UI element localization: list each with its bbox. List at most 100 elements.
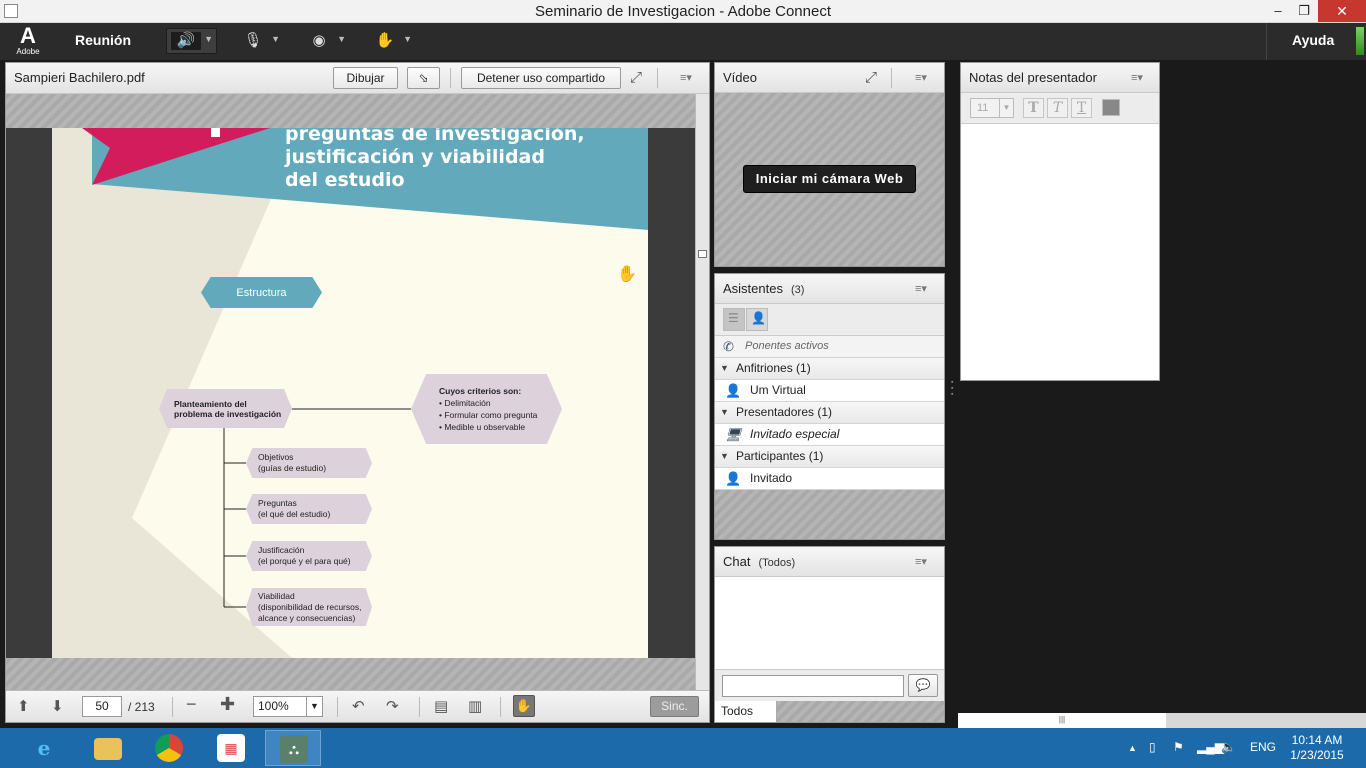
- attendees-toolbar: ☰ 👤: [715, 304, 944, 336]
- attendees-title-text: Asistentes: [723, 281, 783, 296]
- language-indicator[interactable]: ENG: [1250, 740, 1276, 754]
- text-color-button[interactable]: [1102, 99, 1120, 116]
- pod-menu-icon[interactable]: ≡▾: [680, 71, 698, 85]
- start-webcam-button[interactable]: Iniciar mi cámara Web: [743, 165, 916, 193]
- folder-icon: [94, 738, 122, 760]
- scrollbar-grip[interactable]: [698, 250, 707, 258]
- microphone-button[interactable]: 🎙 ▼: [233, 28, 284, 54]
- zoom-select[interactable]: 100% ▼: [253, 696, 323, 717]
- layout-handle[interactable]: |||: [958, 713, 1166, 728]
- pointer-button[interactable]: ⬂: [407, 67, 440, 89]
- objetivos-node: Objetivos (guías de estudio): [246, 448, 372, 478]
- group-participants[interactable]: ▼ Participantes (1): [715, 446, 944, 468]
- pod-menu-icon[interactable]: ≡▾: [915, 71, 933, 85]
- bold-button[interactable]: T: [1023, 98, 1044, 118]
- raise-hand-button[interactable]: ✋ ▼: [365, 28, 416, 54]
- document-viewer[interactable]: preguntas de investigación, justificació…: [6, 94, 709, 690]
- participant-icon: 👤: [725, 471, 742, 486]
- network-icon[interactable]: ▂▄▆: [1197, 740, 1224, 754]
- two-page-icon[interactable]: ▥: [468, 697, 482, 715]
- rotate-right-icon[interactable]: ↷: [386, 697, 399, 715]
- menu-divider: [1266, 23, 1267, 60]
- page-number-input[interactable]: 50: [82, 696, 122, 717]
- chrome-icon: [155, 734, 183, 762]
- zoom-in-icon[interactable]: ✚: [220, 694, 235, 715]
- video-pod-header: Vídeo ⤢ ≡▾: [715, 63, 944, 93]
- chat-tabs: Todos: [715, 701, 944, 722]
- taskbar-ie[interactable]: e: [16, 730, 72, 766]
- sync-button[interactable]: Sinc.: [650, 696, 699, 717]
- node-line: Justificación: [258, 545, 305, 555]
- pod-resize-grip[interactable]: ▪ ▪ ▪: [951, 379, 957, 404]
- hand-tool-button[interactable]: ✋: [513, 695, 535, 717]
- apps-grid-icon: ▦: [217, 734, 245, 762]
- attendee-row[interactable]: 👤 Invitado: [715, 468, 944, 490]
- document-scrollbar[interactable]: [695, 94, 709, 690]
- phone-icon: ✆: [723, 339, 734, 354]
- speaker-button[interactable]: 🔊 ▼: [166, 28, 217, 54]
- chat-message-input[interactable]: [722, 675, 904, 697]
- chevron-down-icon[interactable]: ▼: [306, 697, 322, 716]
- footer-divider: [172, 697, 173, 717]
- taskbar-explorer[interactable]: [80, 730, 136, 766]
- chevron-down-icon[interactable]: ▼: [999, 99, 1013, 117]
- taskbar-adobe-connect[interactable]: ⛬: [265, 730, 321, 766]
- estructura-node: Estructura: [201, 277, 322, 308]
- rotate-left-icon[interactable]: ↶: [352, 697, 365, 715]
- fullscreen-icon[interactable]: ⤢: [865, 69, 877, 86]
- system-clock[interactable]: 10:14 AM 1/23/2015: [1286, 733, 1348, 763]
- taskbar-apps[interactable]: ▦: [203, 730, 259, 766]
- group-hosts[interactable]: ▼ Anfitriones (1): [715, 358, 944, 380]
- close-button[interactable]: ✕: [1318, 0, 1366, 22]
- criterios-node: Cuyos criterios son: • Delimitación • Fo…: [411, 374, 562, 444]
- pod-menu-icon[interactable]: ≡▾: [915, 282, 933, 296]
- attendee-name: Invitado especial: [750, 427, 840, 441]
- stop-sharing-button[interactable]: Detener uso compartido: [461, 67, 621, 89]
- group-label: Anfitriones (1): [736, 361, 811, 375]
- italic-button[interactable]: T: [1047, 98, 1068, 118]
- show-hidden-icons-icon[interactable]: ▲: [1128, 743, 1137, 753]
- attendees-count: (3): [790, 284, 805, 296]
- window-title-bar: Seminario de Investigacion - Adobe Conne…: [0, 0, 1366, 23]
- volume-icon[interactable]: 🔈: [1221, 740, 1236, 754]
- attendee-row[interactable]: 🖥 Invitado especial: [715, 424, 944, 446]
- criterio-item: • Formular como pregunta: [439, 410, 538, 420]
- chevron-down-icon[interactable]: ▼: [403, 34, 412, 44]
- draw-button[interactable]: Dibujar: [333, 67, 398, 89]
- notes-pod-header: Notas del presentador ≡▾: [961, 63, 1159, 93]
- expand-triangle-icon[interactable]: ▼: [720, 402, 729, 423]
- attendees-pod: Asistentes (3) ≡▾ ☰ 👤 ✆ Ponentes activos …: [714, 273, 945, 540]
- pod-menu-icon[interactable]: ≡▾: [1131, 71, 1149, 85]
- chevron-down-icon[interactable]: ▼: [337, 34, 346, 44]
- menu-ayuda[interactable]: Ayuda: [1292, 32, 1334, 48]
- window-title: Seminario de Investigacion - Adobe Conne…: [534, 3, 831, 20]
- group-presenters[interactable]: ▼ Presentadores (1): [715, 402, 944, 424]
- zoom-out-icon[interactable]: −: [186, 694, 197, 715]
- previous-page-icon[interactable]: ⬆: [17, 697, 30, 715]
- maximize-button[interactable]: ❐: [1289, 0, 1319, 22]
- menu-reunion[interactable]: Reunión: [75, 32, 131, 48]
- next-page-icon[interactable]: ⬇: [51, 697, 64, 715]
- expand-triangle-icon[interactable]: ▼: [720, 358, 729, 379]
- chevron-down-icon[interactable]: ▼: [271, 34, 280, 44]
- fullscreen-icon[interactable]: ⤢: [630, 69, 642, 86]
- node-line: (guías de estudio): [258, 463, 327, 473]
- tab-todos[interactable]: Todos: [715, 701, 777, 722]
- underline-button[interactable]: T: [1071, 98, 1092, 118]
- attendee-name: Invitado: [750, 471, 793, 485]
- power-icon[interactable]: ▯: [1149, 740, 1156, 754]
- list-view-button[interactable]: ☰: [723, 308, 745, 331]
- status-view-button[interactable]: 👤: [746, 308, 768, 331]
- pod-menu-icon[interactable]: ≡▾: [915, 555, 933, 569]
- taskbar-chrome[interactable]: [141, 730, 197, 766]
- font-size-select[interactable]: 11 ▼: [970, 98, 1014, 118]
- expand-triangle-icon[interactable]: ▼: [720, 446, 729, 467]
- chevron-down-icon[interactable]: ▼: [204, 34, 213, 44]
- single-page-icon[interactable]: ▤: [434, 697, 448, 715]
- action-center-icon[interactable]: ⚑: [1173, 740, 1184, 754]
- attendee-row[interactable]: 👤 Um Virtual: [715, 380, 944, 402]
- webcam-button[interactable]: ◉ ▼: [299, 28, 350, 54]
- send-message-button[interactable]: 💬: [908, 674, 938, 697]
- video-pod: Vídeo ⤢ ≡▾ Iniciar mi cámara Web: [714, 62, 945, 267]
- notes-toolbar: 11 ▼ T T T: [961, 93, 1159, 124]
